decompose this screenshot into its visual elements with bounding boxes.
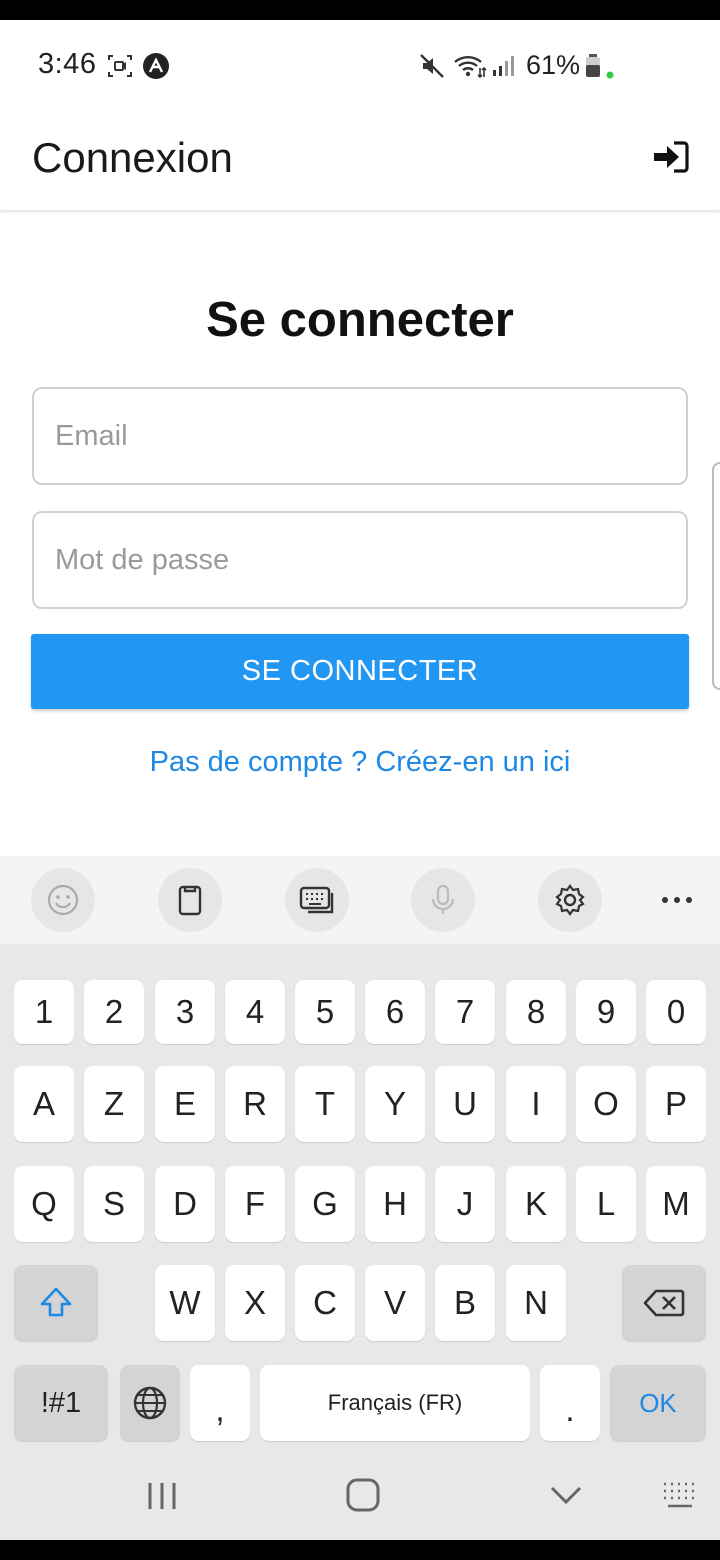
key-p[interactable]: P	[646, 1066, 706, 1142]
login-icon[interactable]	[652, 140, 690, 174]
language-key[interactable]	[120, 1365, 180, 1441]
key-n[interactable]: N	[506, 1265, 566, 1341]
key-z[interactable]: Z	[84, 1066, 144, 1142]
key-h[interactable]: H	[365, 1166, 425, 1242]
key-3[interactable]: 3	[155, 980, 215, 1044]
more-icon[interactable]	[652, 868, 702, 932]
keyboard-toolbar	[0, 856, 720, 944]
key-t[interactable]: T	[295, 1066, 355, 1142]
period-key[interactable]: .	[540, 1365, 600, 1441]
key-f[interactable]: F	[225, 1166, 285, 1242]
screen-record-icon	[108, 55, 132, 77]
settings-icon[interactable]	[538, 868, 602, 932]
key-0[interactable]: 0	[646, 980, 706, 1044]
key-8[interactable]: 8	[506, 980, 566, 1044]
page-title: Connexion	[32, 134, 233, 181]
signup-link[interactable]: Pas de compte ? Créez-en un ici	[0, 746, 720, 779]
keyboard-hide-icon[interactable]	[660, 1480, 700, 1510]
key-5[interactable]: 5	[295, 980, 355, 1044]
key-4[interactable]: 4	[225, 980, 285, 1044]
key-v[interactable]: V	[365, 1265, 425, 1341]
key-1[interactable]: 1	[14, 980, 74, 1044]
microphone-icon[interactable]	[411, 868, 475, 932]
symbols-key[interactable]: !#1	[14, 1365, 108, 1441]
edge-panel-handle[interactable]	[712, 462, 720, 690]
backspace-icon	[643, 1289, 685, 1317]
comma-key[interactable]: ,	[190, 1365, 250, 1441]
password-field[interactable]	[32, 511, 688, 609]
battery-percent: 61%	[526, 50, 581, 80]
clipboard-icon[interactable]	[158, 868, 222, 932]
key-e[interactable]: E	[155, 1066, 215, 1142]
key-i[interactable]: I	[506, 1066, 566, 1142]
key-6[interactable]: 6	[365, 980, 425, 1044]
key-b[interactable]: B	[435, 1265, 495, 1341]
backspace-key[interactable]	[622, 1265, 706, 1341]
recent-apps-icon[interactable]	[146, 1481, 178, 1511]
login-button[interactable]: SE CONNECTER	[31, 634, 689, 709]
key-d[interactable]: D	[155, 1166, 215, 1242]
signal-icon	[493, 56, 514, 76]
key-r[interactable]: R	[225, 1066, 285, 1142]
keyboard: 1 2 3 4 5 6 7 8 9 0 A Z E R T Y U I O P …	[0, 856, 720, 1540]
keyboard-mode-icon[interactable]	[285, 868, 349, 932]
key-j[interactable]: J	[435, 1166, 495, 1242]
space-key[interactable]: Français (FR)	[260, 1365, 530, 1441]
shift-key[interactable]	[14, 1265, 98, 1341]
key-x[interactable]: X	[225, 1265, 285, 1341]
back-icon[interactable]	[548, 1483, 584, 1507]
key-q[interactable]: Q	[14, 1166, 74, 1242]
wifi-icon	[454, 56, 487, 79]
key-a[interactable]: A	[14, 1066, 74, 1142]
form-heading: Se connecter	[206, 293, 514, 347]
key-y[interactable]: Y	[365, 1066, 425, 1142]
key-c[interactable]: C	[295, 1265, 355, 1341]
key-m[interactable]: M	[646, 1166, 706, 1242]
shift-icon	[40, 1287, 72, 1317]
email-field[interactable]	[32, 387, 688, 485]
status-bar: 3:46 61%	[0, 20, 720, 110]
key-l[interactable]: L	[576, 1166, 636, 1242]
key-2[interactable]: 2	[84, 980, 144, 1044]
green-dot-icon	[606, 71, 614, 79]
key-g[interactable]: G	[295, 1166, 355, 1242]
key-w[interactable]: W	[155, 1265, 215, 1341]
battery-icon	[586, 54, 600, 77]
key-u[interactable]: U	[435, 1066, 495, 1142]
mute-icon	[420, 54, 444, 78]
navigation-bar	[0, 1450, 720, 1540]
key-o[interactable]: O	[576, 1066, 636, 1142]
home-icon[interactable]	[345, 1477, 381, 1513]
app-header: Connexion	[0, 110, 720, 210]
key-7[interactable]: 7	[435, 980, 495, 1044]
key-9[interactable]: 9	[576, 980, 636, 1044]
emoji-icon[interactable]	[31, 868, 95, 932]
key-s[interactable]: S	[84, 1166, 144, 1242]
screen: 3:46 61% Connexion Se connecter Email SE…	[0, 20, 720, 1540]
status-time: 3:46	[38, 48, 97, 80]
app-a-icon	[143, 53, 169, 79]
key-k[interactable]: K	[506, 1166, 566, 1242]
globe-icon	[133, 1386, 167, 1420]
ok-key[interactable]: OK	[610, 1365, 706, 1441]
